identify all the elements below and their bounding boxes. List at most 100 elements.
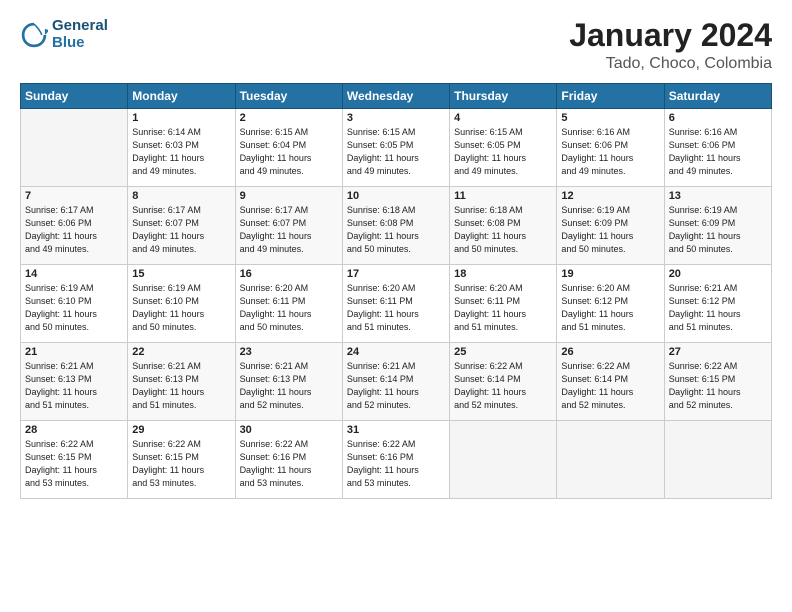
cell-detail: Sunrise: 6:19 AMSunset: 6:09 PMDaylight:…: [669, 204, 767, 256]
calendar-cell: 27 Sunrise: 6:22 AMSunset: 6:15 PMDayligh…: [664, 343, 771, 421]
cell-detail: Sunrise: 6:21 AMSunset: 6:13 PMDaylight:…: [132, 360, 230, 412]
calendar-cell: 31 Sunrise: 6:22 AMSunset: 6:16 PMDayligh…: [342, 421, 449, 499]
day-number: 20: [669, 268, 767, 280]
col-sunday: Sunday: [21, 84, 128, 109]
cell-detail: Sunrise: 6:20 AMSunset: 6:11 PMDaylight:…: [454, 282, 552, 334]
calendar-cell: 9 Sunrise: 6:17 AMSunset: 6:07 PMDaylight…: [235, 187, 342, 265]
calendar-cell: 24Sunrise: 6:21 AMSunset: 6:14 PMDayligh…: [342, 343, 449, 421]
day-number: 7: [25, 190, 123, 202]
day-number: 27: [669, 346, 767, 358]
day-number: 2: [240, 112, 338, 124]
cell-detail: Sunrise: 6:22 AMSunset: 6:14 PMDaylight:…: [454, 360, 552, 412]
day-number: 22: [132, 346, 230, 358]
day-number: 8: [132, 190, 230, 202]
calendar-cell: 18 Sunrise: 6:20 AMSunset: 6:11 PMDayligh…: [450, 265, 557, 343]
calendar-cell: 28Sunrise: 6:22 AMSunset: 6:15 PMDayligh…: [21, 421, 128, 499]
day-number: 3: [347, 112, 445, 124]
day-number: 21: [25, 346, 123, 358]
day-number: 10: [347, 190, 445, 202]
cell-detail: Sunrise: 6:15 AMSunset: 6:04 PMDaylight:…: [240, 126, 338, 178]
calendar-cell: 4 Sunrise: 6:15 AMSunset: 6:05 PMDaylight…: [450, 109, 557, 187]
col-friday: Friday: [557, 84, 664, 109]
day-number: 26: [561, 346, 659, 358]
calendar-week-5: 28Sunrise: 6:22 AMSunset: 6:15 PMDayligh…: [21, 421, 772, 499]
day-number: 19: [561, 268, 659, 280]
day-number: 15: [132, 268, 230, 280]
cell-detail: Sunrise: 6:19 AMSunset: 6:10 PMDaylight:…: [25, 282, 123, 334]
day-number: 16: [240, 268, 338, 280]
calendar-cell: 15 Sunrise: 6:19 AMSunset: 6:10 PMDayligh…: [128, 265, 235, 343]
cell-detail: Sunrise: 6:22 AMSunset: 6:16 PMDaylight:…: [240, 438, 338, 490]
day-number: 18: [454, 268, 552, 280]
logo-icon: [20, 21, 48, 49]
cell-detail: Sunrise: 6:20 AMSunset: 6:11 PMDaylight:…: [347, 282, 445, 334]
calendar-cell: 22 Sunrise: 6:21 AMSunset: 6:13 PMDayligh…: [128, 343, 235, 421]
cell-detail: Sunrise: 6:16 AMSunset: 6:06 PMDaylight:…: [561, 126, 659, 178]
cell-detail: Sunrise: 6:17 AMSunset: 6:07 PMDaylight:…: [240, 204, 338, 256]
cell-detail: Sunrise: 6:20 AMSunset: 6:11 PMDaylight:…: [240, 282, 338, 334]
cell-detail: Sunrise: 6:18 AMSunset: 6:08 PMDaylight:…: [347, 204, 445, 256]
calendar-cell: 17 Sunrise: 6:20 AMSunset: 6:11 PMDayligh…: [342, 265, 449, 343]
calendar-cell: 7 Sunrise: 6:17 AMSunset: 6:06 PMDaylight…: [21, 187, 128, 265]
header-row: Sunday Monday Tuesday Wednesday Thursday…: [21, 84, 772, 109]
cell-detail: Sunrise: 6:15 AMSunset: 6:05 PMDaylight:…: [454, 126, 552, 178]
calendar-cell: [21, 109, 128, 187]
calendar-table: Sunday Monday Tuesday Wednesday Thursday…: [20, 83, 772, 499]
day-number: 12: [561, 190, 659, 202]
cell-detail: Sunrise: 6:22 AMSunset: 6:14 PMDaylight:…: [561, 360, 659, 412]
calendar-cell: 13Sunrise: 6:19 AMSunset: 6:09 PMDayligh…: [664, 187, 771, 265]
calendar-cell: 23Sunrise: 6:21 AMSunset: 6:13 PMDayligh…: [235, 343, 342, 421]
logo: General Blue: [20, 18, 108, 51]
col-saturday: Saturday: [664, 84, 771, 109]
cell-detail: Sunrise: 6:19 AMSunset: 6:09 PMDaylight:…: [561, 204, 659, 256]
cell-detail: Sunrise: 6:20 AMSunset: 6:12 PMDaylight:…: [561, 282, 659, 334]
location-title: Tado, Choco, Colombia: [569, 55, 772, 73]
calendar-cell: 6 Sunrise: 6:16 AMSunset: 6:06 PMDaylight…: [664, 109, 771, 187]
day-number: 31: [347, 424, 445, 436]
calendar-cell: 19 Sunrise: 6:20 AMSunset: 6:12 PMDayligh…: [557, 265, 664, 343]
day-number: 23: [240, 346, 338, 358]
calendar-cell: 16 Sunrise: 6:20 AMSunset: 6:11 PMDayligh…: [235, 265, 342, 343]
cell-detail: Sunrise: 6:22 AMSunset: 6:16 PMDaylight:…: [347, 438, 445, 490]
cell-detail: Sunrise: 6:16 AMSunset: 6:06 PMDaylight:…: [669, 126, 767, 178]
day-number: 11: [454, 190, 552, 202]
title-block: January 2024 Tado, Choco, Colombia: [569, 18, 772, 73]
day-number: 30: [240, 424, 338, 436]
calendar-cell: 30 Sunrise: 6:22 AMSunset: 6:16 PMDayligh…: [235, 421, 342, 499]
day-number: 17: [347, 268, 445, 280]
cell-detail: Sunrise: 6:22 AMSunset: 6:15 PMDaylight:…: [25, 438, 123, 490]
calendar-cell: 29Sunrise: 6:22 AMSunset: 6:15 PMDayligh…: [128, 421, 235, 499]
cell-detail: Sunrise: 6:17 AMSunset: 6:07 PMDaylight:…: [132, 204, 230, 256]
cell-detail: Sunrise: 6:21 AMSunset: 6:13 PMDaylight:…: [25, 360, 123, 412]
header: General Blue January 2024 Tado, Choco, C…: [20, 18, 772, 73]
cell-detail: Sunrise: 6:17 AMSunset: 6:06 PMDaylight:…: [25, 204, 123, 256]
calendar-cell: 5 Sunrise: 6:16 AMSunset: 6:06 PMDaylight…: [557, 109, 664, 187]
cell-detail: Sunrise: 6:18 AMSunset: 6:08 PMDaylight:…: [454, 204, 552, 256]
cell-detail: Sunrise: 6:19 AMSunset: 6:10 PMDaylight:…: [132, 282, 230, 334]
logo-text: General Blue: [52, 18, 108, 51]
cell-detail: Sunrise: 6:22 AMSunset: 6:15 PMDaylight:…: [669, 360, 767, 412]
calendar-cell: 14 Sunrise: 6:19 AMSunset: 6:10 PMDayligh…: [21, 265, 128, 343]
day-number: 6: [669, 112, 767, 124]
calendar-week-3: 14 Sunrise: 6:19 AMSunset: 6:10 PMDayligh…: [21, 265, 772, 343]
day-number: 1: [132, 112, 230, 124]
day-number: 9: [240, 190, 338, 202]
col-tuesday: Tuesday: [235, 84, 342, 109]
calendar-cell: 8 Sunrise: 6:17 AMSunset: 6:07 PMDaylight…: [128, 187, 235, 265]
calendar-week-1: 1 Sunrise: 6:14 AMSunset: 6:03 PMDaylight…: [21, 109, 772, 187]
cell-detail: Sunrise: 6:14 AMSunset: 6:03 PMDaylight:…: [132, 126, 230, 178]
cell-detail: Sunrise: 6:15 AMSunset: 6:05 PMDaylight:…: [347, 126, 445, 178]
calendar-cell: 12 Sunrise: 6:19 AMSunset: 6:09 PMDayligh…: [557, 187, 664, 265]
month-title: January 2024: [569, 18, 772, 53]
col-monday: Monday: [128, 84, 235, 109]
day-number: 5: [561, 112, 659, 124]
calendar-cell: [450, 421, 557, 499]
day-number: 4: [454, 112, 552, 124]
day-number: 14: [25, 268, 123, 280]
calendar-cell: 2 Sunrise: 6:15 AMSunset: 6:04 PMDaylight…: [235, 109, 342, 187]
calendar-cell: [664, 421, 771, 499]
calendar-week-4: 21 Sunrise: 6:21 AMSunset: 6:13 PMDayligh…: [21, 343, 772, 421]
calendar-cell: 20Sunrise: 6:21 AMSunset: 6:12 PMDayligh…: [664, 265, 771, 343]
calendar-cell: [557, 421, 664, 499]
calendar-cell: 25Sunrise: 6:22 AMSunset: 6:14 PMDayligh…: [450, 343, 557, 421]
